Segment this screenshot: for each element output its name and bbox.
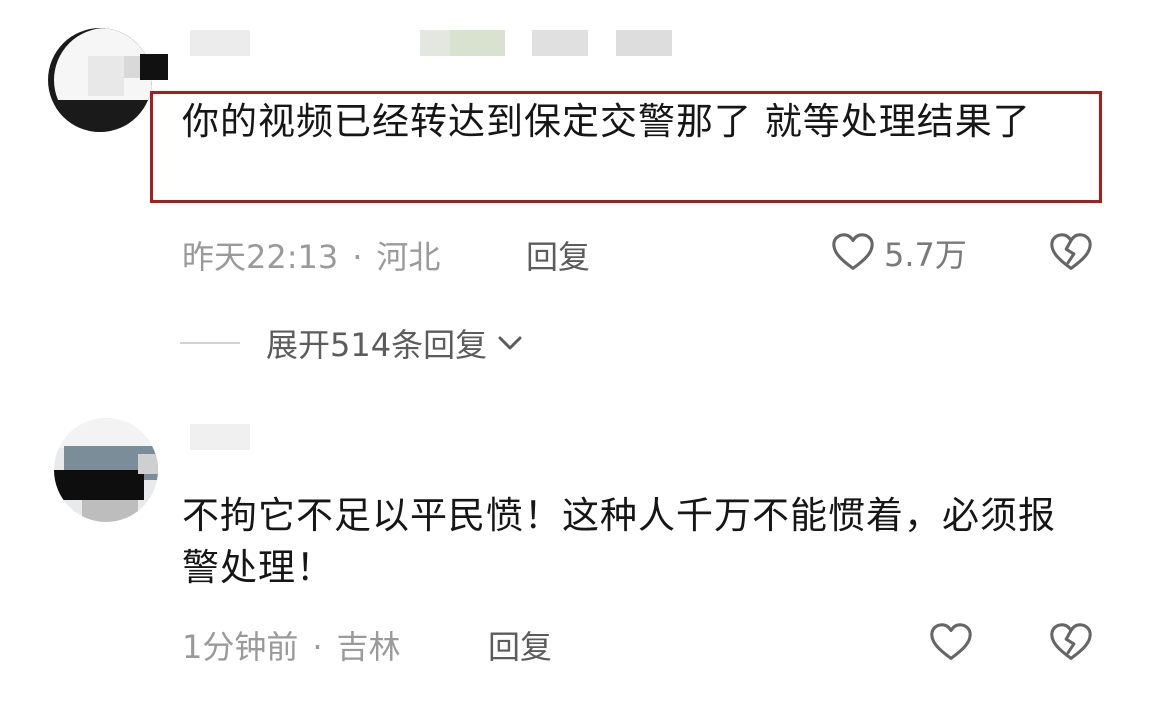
- like-button[interactable]: [928, 620, 974, 666]
- dislike-button[interactable]: [1048, 620, 1094, 670]
- avatar[interactable]: [54, 418, 158, 522]
- comment-meta: 1分钟前 · 吉林: [182, 622, 401, 668]
- comment-text: 不拘它不足以平民愤！这种人千万不能惯着，必须报警处理！: [182, 494, 1056, 589]
- comment-time: 1分钟前: [182, 628, 299, 666]
- meta-separator: ·: [312, 628, 323, 666]
- heart-outline-icon: [930, 623, 972, 660]
- reply-button[interactable]: 回复: [488, 622, 552, 668]
- broken-heart-icon: [1050, 623, 1092, 660]
- comment-location: 吉林: [336, 628, 401, 666]
- comment-item-2: 不拘它不足以平民愤！这种人千万不能惯着，必须报警处理！ 1分钟前 · 吉林 回复: [0, 0, 1152, 702]
